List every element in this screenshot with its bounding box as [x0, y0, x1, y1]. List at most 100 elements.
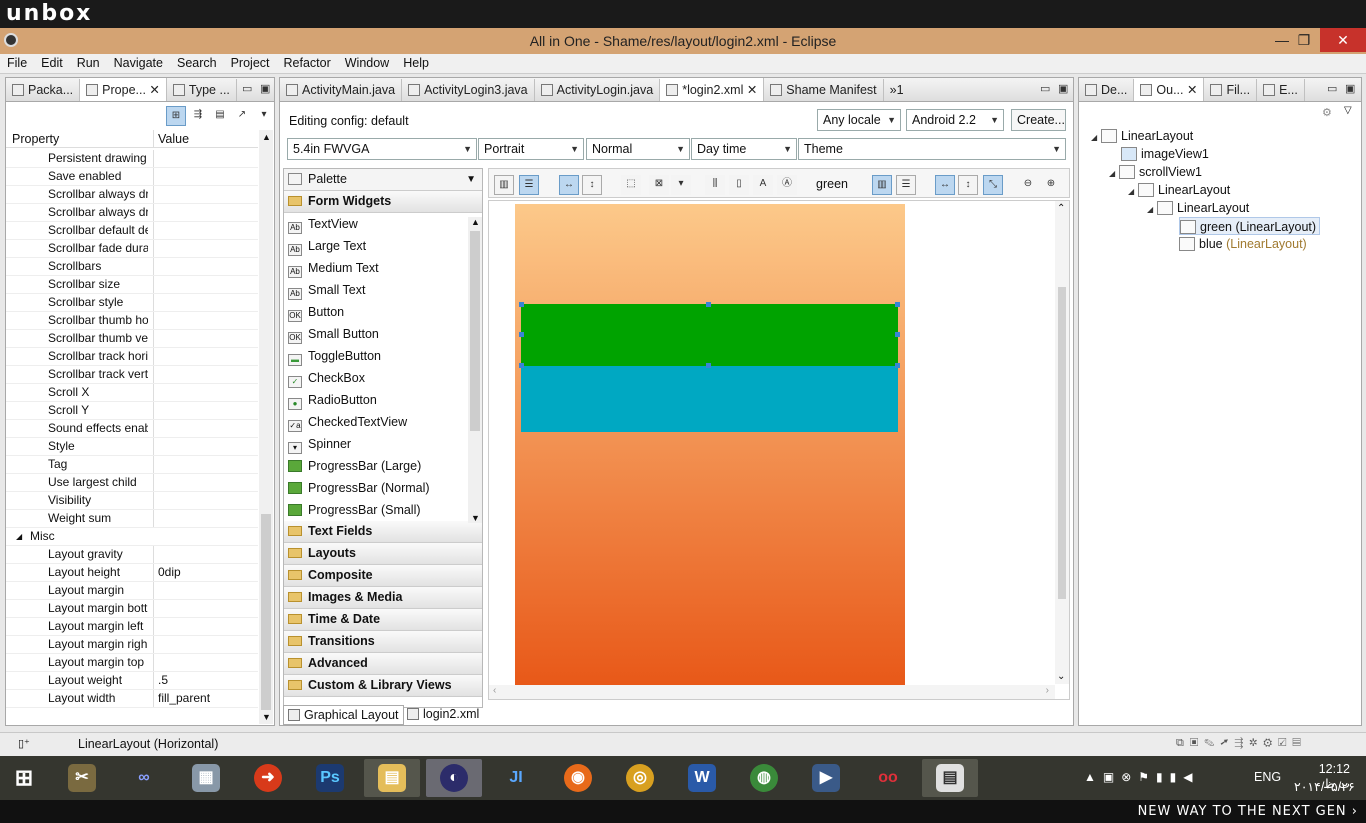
property-row[interactable]: Layout margin top	[6, 654, 258, 672]
property-value[interactable]	[153, 456, 253, 473]
palette-scrollbar[interactable]: ▲ ▼	[468, 217, 482, 523]
taskbar-explorer[interactable]: ▤	[364, 759, 420, 797]
property-value[interactable]	[153, 258, 253, 275]
view-menu-icon[interactable]: ▽	[1344, 105, 1352, 116]
tab-graphical-layout[interactable]: Graphical Layout	[283, 705, 404, 725]
palette-item[interactable]: Ab Large Text	[284, 235, 482, 257]
tab-activitymain[interactable]: ActivityMain.java	[280, 79, 403, 101]
palette-menu-icon[interactable]: ▼	[466, 169, 476, 190]
selection-handle[interactable]	[895, 363, 900, 368]
scrollbar-thumb[interactable]	[261, 514, 271, 710]
tab-type-hierarchy[interactable]: Type ...	[167, 79, 237, 101]
property-row[interactable]: Scroll X	[6, 384, 258, 402]
vertical-orientation-icon[interactable]: ☰	[896, 175, 916, 195]
tab-emulator[interactable]: E...	[1257, 79, 1305, 101]
theme-dropdown[interactable]: Theme ▼	[798, 138, 1066, 160]
property-row[interactable]: Visibility	[6, 492, 258, 510]
property-value[interactable]	[153, 420, 253, 437]
outline-node-linearlayout[interactable]: ◢ LinearLayout	[1128, 181, 1230, 199]
taskbar-word[interactable]: W	[674, 759, 730, 797]
status-tool-icons[interactable]: ⧉▣✎➚⇶✲⚙☑▤	[1176, 737, 1307, 750]
palette-item[interactable]: ✓a CheckedTextView	[284, 411, 482, 433]
taskbar-photoshop[interactable]: Ps	[302, 759, 358, 797]
property-row[interactable]: Scrollbar always dra	[6, 186, 258, 204]
layout-horizontal-icon[interactable]: ▥	[494, 175, 514, 195]
outline-node-linearlayout-inner[interactable]: ◢ LinearLayout	[1147, 199, 1249, 217]
start-button[interactable]: ⊞	[0, 759, 56, 797]
property-row[interactable]: Layout width fill_parent	[6, 690, 258, 708]
gravity-icon[interactable]: ⊠	[649, 175, 669, 195]
property-row[interactable]: Scroll Y	[6, 402, 258, 420]
property-row[interactable]: Style	[6, 438, 258, 456]
property-value[interactable]	[153, 600, 253, 617]
property-value[interactable]	[153, 186, 253, 203]
layout-canvas[interactable]: ⌃ ⌄ ‹ ›	[488, 200, 1070, 700]
zoom-out-icon[interactable]: ⊖	[1018, 175, 1038, 195]
view-menu-icon[interactable]: ▾	[254, 106, 274, 126]
tab-outline[interactable]: Ou... ✕	[1134, 78, 1205, 101]
property-value[interactable]	[153, 618, 253, 635]
outline-node-scrollview[interactable]: ◢ scrollView1	[1109, 163, 1202, 181]
property-row[interactable]: Sound effects enab	[6, 420, 258, 438]
menu-edit[interactable]: Edit	[34, 54, 70, 70]
close-button[interactable]: ✕	[1320, 28, 1366, 52]
palette-item[interactable]: OK Button	[284, 301, 482, 323]
outline-node-green[interactable]: green (LinearLayout)	[1179, 217, 1321, 235]
palette-item[interactable]: Ab Small Text	[284, 279, 482, 301]
taskbar-app-rings[interactable]: oo	[860, 759, 916, 797]
selection-handle[interactable]	[895, 302, 900, 307]
restore-default-icon[interactable]: ↗	[232, 106, 252, 126]
property-value[interactable]	[153, 240, 253, 257]
property-row[interactable]: Scrollbar thumb ho	[6, 312, 258, 330]
property-row[interactable]: Layout margin righ	[6, 636, 258, 654]
blue-linearlayout[interactable]	[521, 366, 898, 432]
palette-item[interactable]: Ab TextView	[284, 213, 482, 235]
palette-item[interactable]: ProgressBar (Small)	[284, 499, 482, 521]
property-value[interactable]	[153, 384, 253, 401]
menu-help[interactable]: Help	[396, 54, 436, 70]
orientation-dropdown[interactable]: Portrait ▼	[478, 138, 584, 160]
green-linearlayout[interactable]	[521, 304, 898, 366]
property-value[interactable]	[153, 492, 253, 509]
palette-item[interactable]: ▾ Spinner	[284, 433, 482, 455]
android-version-dropdown[interactable]: Android 2.2 ▼	[906, 109, 1004, 131]
property-row[interactable]: Layout gravity	[6, 546, 258, 564]
folder-form-widgets[interactable]: Form Widgets	[284, 191, 482, 213]
property-value[interactable]	[153, 168, 253, 185]
palette-folder[interactable]: Composite	[284, 565, 482, 587]
property-value[interactable]: 0dip	[153, 564, 253, 581]
property-value[interactable]	[153, 546, 253, 563]
property-value[interactable]	[153, 438, 253, 455]
property-row[interactable]: Scrollbar track hori	[6, 348, 258, 366]
zoom-in-icon[interactable]: ⊕	[1041, 175, 1061, 195]
property-value[interactable]	[153, 654, 253, 671]
scrollbar-thumb[interactable]	[1058, 287, 1066, 599]
property-row[interactable]: Scrollbar style	[6, 294, 258, 312]
property-value[interactable]	[153, 510, 253, 527]
canvas-vscrollbar[interactable]: ⌃ ⌄	[1055, 201, 1069, 684]
property-row[interactable]: Layout margin left	[6, 618, 258, 636]
device-dropdown[interactable]: 5.4in FWVGA ▼	[287, 138, 477, 160]
property-row[interactable]: Use largest child	[6, 474, 258, 492]
property-row[interactable]: Save enabled	[6, 168, 258, 186]
taskbar-jetbrains[interactable]: JI	[488, 759, 544, 797]
value-column-header[interactable]: Value	[153, 130, 193, 148]
property-value[interactable]	[153, 582, 253, 599]
layout-vertical-icon[interactable]: ☰	[519, 175, 539, 195]
property-value[interactable]: fill_parent	[153, 690, 253, 707]
property-row[interactable]: Layout weight .5	[6, 672, 258, 690]
outline-options-icon[interactable]: ⚙	[1322, 106, 1332, 119]
gravity-dropdown-icon[interactable]: ▾	[671, 175, 691, 195]
selection-handle[interactable]	[895, 332, 900, 337]
margins-icon[interactable]: ⬚	[621, 175, 641, 195]
property-value[interactable]	[153, 150, 253, 167]
fill-width-icon[interactable]: ↔	[559, 175, 579, 195]
menu-search[interactable]: Search	[170, 54, 224, 70]
property-value[interactable]	[153, 366, 253, 383]
property-row[interactable]: Scrollbars	[6, 258, 258, 276]
tab-activitylogin3[interactable]: ActivityLogin3.java	[402, 79, 535, 101]
property-row[interactable]: Tag	[6, 456, 258, 474]
taskbar-tools[interactable]: ✂	[54, 759, 110, 797]
property-row[interactable]: Persistent drawing	[6, 150, 258, 168]
outline-node-blue[interactable]: blue (LinearLayout)	[1179, 235, 1307, 253]
